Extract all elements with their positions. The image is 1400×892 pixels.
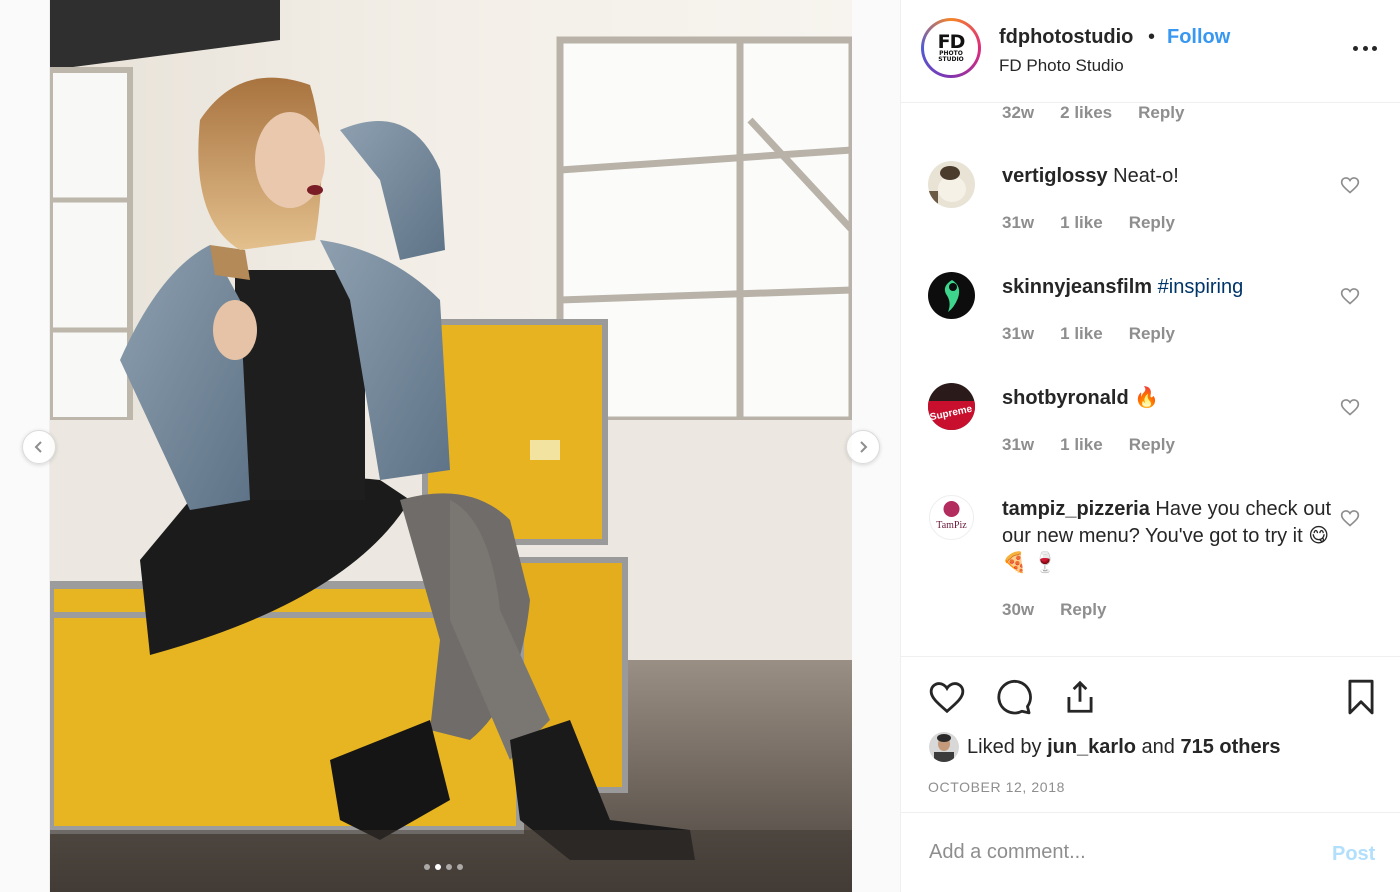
comment-reply-button[interactable]: Reply bbox=[1129, 324, 1175, 344]
comment-avatar[interactable] bbox=[928, 161, 975, 208]
post-photo bbox=[50, 0, 852, 892]
comment-avatar[interactable]: Supreme bbox=[928, 383, 975, 430]
profile-avatar[interactable]: FD PHOTO STUDIO bbox=[921, 18, 981, 78]
likes-and: and bbox=[1135, 735, 1181, 758]
heart-icon[interactable] bbox=[928, 678, 966, 716]
comment-text: vertiglossy Neat-o! bbox=[1002, 163, 1332, 190]
comment-time: 30w bbox=[1002, 600, 1035, 619]
avatar-tampiz-text: TamPiz bbox=[936, 520, 967, 531]
carousel-dot[interactable] bbox=[457, 864, 463, 870]
comment-text: shotbyronald 🔥 bbox=[1002, 385, 1332, 412]
comment-text: skinnyjeansfilm #inspiring bbox=[1002, 274, 1332, 301]
share-icon[interactable] bbox=[1061, 678, 1099, 716]
post-comment-button[interactable]: Post bbox=[1332, 843, 1375, 866]
comment-heart-icon[interactable] bbox=[1340, 508, 1360, 528]
comment-heart-icon[interactable] bbox=[1340, 286, 1360, 306]
comment-username[interactable]: vertiglossy bbox=[1002, 165, 1108, 187]
comment-avatar[interactable]: TamPiz bbox=[928, 494, 975, 541]
post-actions: Liked by jun_karlo and 715 others OCTOBE… bbox=[901, 656, 1400, 812]
comment-likes[interactable]: 1 like bbox=[1060, 435, 1103, 455]
comment-likes[interactable]: 2 likes bbox=[1060, 103, 1112, 123]
comment-time: 31w bbox=[1002, 435, 1035, 454]
liker-username[interactable]: jun_karlo bbox=[1047, 736, 1136, 758]
comment-time: 32w bbox=[1002, 103, 1035, 122]
follow-button[interactable]: Follow bbox=[1167, 26, 1230, 49]
comment-avatar[interactable] bbox=[928, 272, 975, 319]
comment-heart-icon[interactable] bbox=[1340, 397, 1360, 417]
post-username[interactable]: fdphotostudio bbox=[999, 26, 1133, 49]
carousel-prev-button[interactable] bbox=[22, 430, 56, 464]
avatar-logo-main: FD bbox=[937, 30, 966, 53]
carousel-dot[interactable] bbox=[446, 864, 452, 870]
chevron-left-icon bbox=[34, 441, 42, 453]
comment-reply-button[interactable]: Reply bbox=[1129, 213, 1175, 233]
comment-time: 31w bbox=[1002, 213, 1035, 232]
comments-list[interactable]: 32w 2 likes Reply vertiglossy Neat-o! 31… bbox=[901, 103, 1400, 656]
comment-meta: 31w 1 like Reply bbox=[1002, 324, 1175, 344]
carousel-dot[interactable] bbox=[424, 864, 430, 870]
avatar-logo: FD PHOTO STUDIO bbox=[924, 21, 978, 75]
carousel-dots bbox=[424, 864, 463, 870]
post-header: FD PHOTO STUDIO fdphotostudio • Follow F… bbox=[901, 0, 1400, 103]
comment-icon[interactable] bbox=[995, 678, 1033, 716]
comment-heart-icon[interactable] bbox=[1340, 175, 1360, 195]
comment-hashtag[interactable]: #inspiring bbox=[1158, 276, 1244, 298]
add-comment-bar: Post bbox=[901, 812, 1400, 892]
comment-reply-button[interactable]: Reply bbox=[1060, 600, 1106, 620]
comment-username[interactable]: skinnyjeansfilm bbox=[1002, 276, 1152, 298]
more-options-icon[interactable] bbox=[1353, 38, 1377, 58]
avatar-logo-sub: PHOTO STUDIO bbox=[938, 49, 964, 63]
comment-meta: 31w 1 like Reply bbox=[1002, 435, 1175, 455]
liker-avatar[interactable] bbox=[929, 732, 959, 762]
comment-text: tampiz_pizzeria Have you check out our n… bbox=[1002, 496, 1332, 577]
comment-meta: 32w 2 likes Reply bbox=[1002, 103, 1184, 123]
comment-reply-button[interactable]: Reply bbox=[1138, 103, 1184, 123]
bookmark-icon[interactable] bbox=[1342, 678, 1380, 716]
separator-dot: • bbox=[1148, 26, 1156, 48]
profile-full-name: FD Photo Studio bbox=[999, 56, 1124, 75]
comment-username[interactable]: tampiz_pizzeria bbox=[1002, 498, 1150, 520]
chevron-right-icon bbox=[860, 441, 868, 453]
post-date: OCTOBER 12, 2018 bbox=[928, 779, 1065, 795]
likes-summary: Liked by jun_karlo and 715 others bbox=[929, 732, 1281, 762]
comment-body: Neat-o! bbox=[1107, 165, 1179, 187]
comment-meta: 30w Reply bbox=[1002, 600, 1106, 620]
post-detail-panel: FD PHOTO STUDIO fdphotostudio • Follow F… bbox=[900, 0, 1400, 892]
comment-reply-button[interactable]: Reply bbox=[1129, 435, 1175, 455]
comment-likes[interactable]: 1 like bbox=[1060, 324, 1103, 344]
carousel-dot-active[interactable] bbox=[435, 864, 441, 870]
likes-others[interactable]: 715 others bbox=[1180, 736, 1280, 758]
likes-prefix: Liked by bbox=[967, 735, 1048, 758]
carousel-next-button[interactable] bbox=[846, 430, 880, 464]
comment-body: 🔥 bbox=[1128, 387, 1160, 409]
comment-time: 31w bbox=[1002, 324, 1035, 343]
comment-meta: 31w 1 like Reply bbox=[1002, 213, 1175, 233]
comment-likes[interactable]: 1 like bbox=[1060, 213, 1103, 233]
comment-username[interactable]: shotbyronald bbox=[1002, 387, 1129, 409]
add-comment-input[interactable] bbox=[929, 841, 1309, 864]
